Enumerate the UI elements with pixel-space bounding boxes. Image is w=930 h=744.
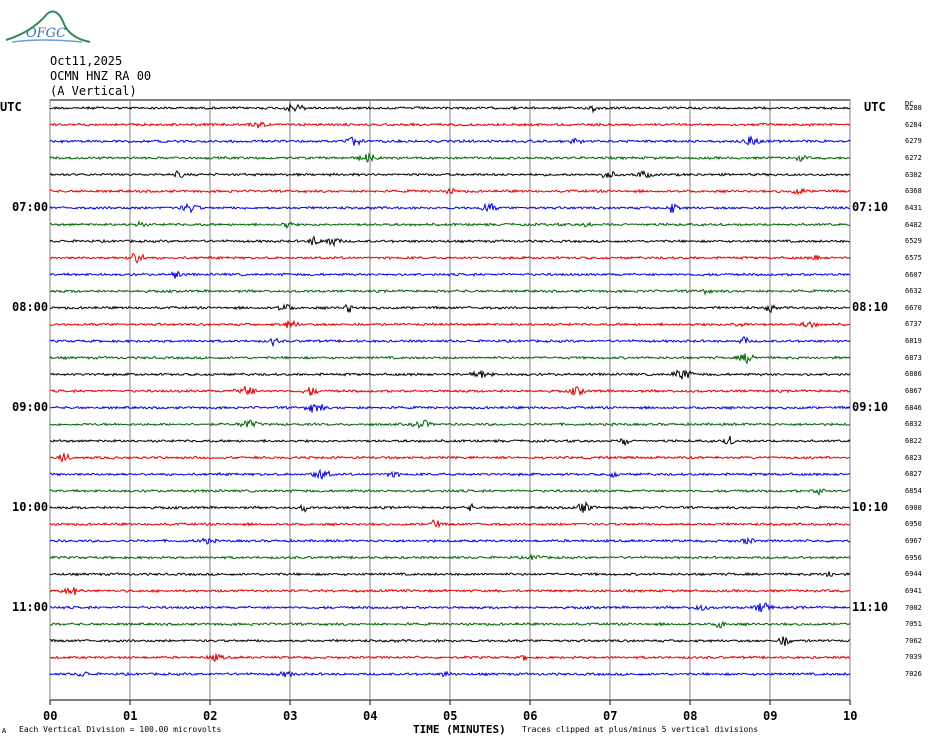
ofgc-logo: OFGC — [2, 2, 92, 46]
dc-value-label: 6819 — [905, 337, 922, 346]
x-tick-label: 01 — [123, 709, 138, 723]
dc-value-label: 7039 — [905, 653, 922, 662]
x-tick-label: 00 — [43, 709, 58, 723]
dc-value-label: 7002 — [905, 603, 922, 612]
time-label-left: 08:00 — [12, 299, 49, 314]
x-tick-label: 05 — [443, 709, 458, 723]
time-label-right: 10:10 — [852, 499, 889, 514]
dc-value-label: 6431 — [905, 203, 922, 212]
seismogram-plot — [49, 99, 851, 705]
time-label-left: 09:00 — [12, 399, 49, 414]
clip-note: Traces clipped at plus/minus 5 vertical … — [522, 725, 759, 734]
dc-value-label: 6886 — [905, 370, 922, 379]
dc-value-label: 6279 — [905, 137, 922, 146]
logo-text: OFGC — [26, 26, 67, 41]
date-label: Oct11,2025 — [50, 54, 123, 68]
time-label-left: 07:00 — [12, 199, 49, 214]
x-tick-label: 08 — [683, 709, 698, 723]
x-tick-label: 02 — [203, 709, 218, 723]
dc-value-label: 6272 — [905, 153, 922, 162]
dc-value-label: 7051 — [905, 620, 922, 629]
time-label-right: 11:10 — [852, 599, 889, 614]
dc-value-label: 7026 — [905, 670, 922, 679]
dc-value-label: 6822 — [905, 437, 922, 445]
dc-value-label: 6941 — [905, 586, 922, 595]
dc-value-label: 6846 — [905, 403, 922, 412]
x-tick-label: 04 — [363, 709, 378, 723]
x-tick-label: 10 — [843, 709, 858, 723]
time-label-left: 11:00 — [12, 599, 49, 614]
x-tick-label: 07 — [603, 709, 618, 723]
utc-label-left: UTC — [0, 100, 22, 114]
dc-value-label: 6854 — [905, 486, 922, 495]
dc-value-label: 6670 — [905, 303, 922, 312]
dc-value-label: 6832 — [905, 420, 922, 429]
dc-value-label: 6607 — [905, 270, 922, 279]
dc-value-label: 6529 — [905, 237, 922, 246]
time-label-right: 09:10 — [852, 399, 889, 414]
dc-value-label: 6632 — [905, 287, 922, 296]
dc-value-label: 6575 — [905, 253, 922, 262]
dc-value-label: 6827 — [905, 470, 922, 479]
dc-value-label: 7062 — [905, 636, 922, 645]
dc-value-label: 6368 — [905, 187, 922, 196]
dc-value-label: 6900 — [905, 503, 922, 512]
dc-value-label: 6867 — [905, 387, 922, 396]
dc-value-label: 6737 — [905, 320, 922, 329]
footer-mark: A — [2, 727, 7, 735]
x-tick-label: 06 — [523, 709, 538, 723]
component-label: (A Vertical) — [50, 84, 137, 98]
dc-value-label: 6482 — [905, 220, 922, 229]
time-label-left: 10:00 — [12, 499, 49, 514]
station-label: OCMN HNZ RA 00 — [50, 69, 152, 83]
dc-value-label: 6967 — [905, 536, 922, 545]
scale-note: Each Vertical Division = 100.00 microvol… — [19, 725, 222, 734]
dc-value-label: 6823 — [905, 453, 922, 462]
dc-value-label: 6956 — [905, 553, 922, 562]
dc-value-label: 6873 — [905, 353, 922, 362]
dc-value-label: 6944 — [905, 570, 922, 579]
dc-value-label: 6302 — [905, 170, 922, 179]
x-tick-label: 03 — [283, 709, 298, 723]
dc-value-label: 6950 — [905, 520, 922, 529]
utc-label-right: UTC — [864, 100, 886, 114]
x-axis-title: TIME (MINUTES) — [413, 723, 506, 736]
dc-value-label: 6284 — [905, 120, 922, 129]
time-label-right: 07:10 — [852, 199, 889, 214]
dc-value-label: 6288 — [905, 104, 922, 112]
time-label-right: 08:10 — [852, 299, 889, 314]
x-tick-label: 09 — [763, 709, 778, 723]
